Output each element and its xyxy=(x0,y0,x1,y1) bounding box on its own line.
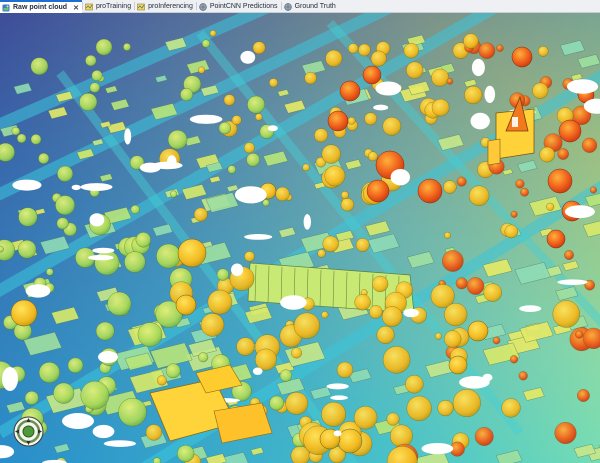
tab-ground-truth[interactable]: Ground Truth xyxy=(282,0,339,13)
tab-label: Raw point cloud xyxy=(13,4,68,11)
tab-label: PointCNN Predictions xyxy=(209,3,278,10)
tab-raw-point-cloud[interactable]: Raw point cloud ✕ xyxy=(0,0,82,13)
navigator-icon[interactable] xyxy=(13,416,44,447)
point-cloud-canvas[interactable] xyxy=(0,13,600,463)
globe-scene-icon xyxy=(199,2,207,11)
tab-proinferencing[interactable]: proInferencing xyxy=(135,0,196,13)
map-icon xyxy=(85,3,93,11)
tab-protraining[interactable]: proTraining xyxy=(83,0,134,13)
tab-label: proInferencing xyxy=(148,3,193,10)
map-icon xyxy=(137,3,145,11)
view-tab-bar: Raw point cloud ✕ proTraining proInferen… xyxy=(0,0,600,13)
scene-window: Raw point cloud ✕ proTraining proInferen… xyxy=(0,0,600,463)
close-icon[interactable]: ✕ xyxy=(73,4,79,12)
tab-label: proTraining xyxy=(95,3,132,10)
tab-label: Ground Truth xyxy=(294,3,336,10)
point-cloud-viewport[interactable] xyxy=(0,13,600,463)
globe-scene-icon xyxy=(283,2,292,11)
tab-pointcnn-predictions[interactable]: PointCNN Predictions xyxy=(197,0,281,13)
scene-icon xyxy=(2,4,10,12)
